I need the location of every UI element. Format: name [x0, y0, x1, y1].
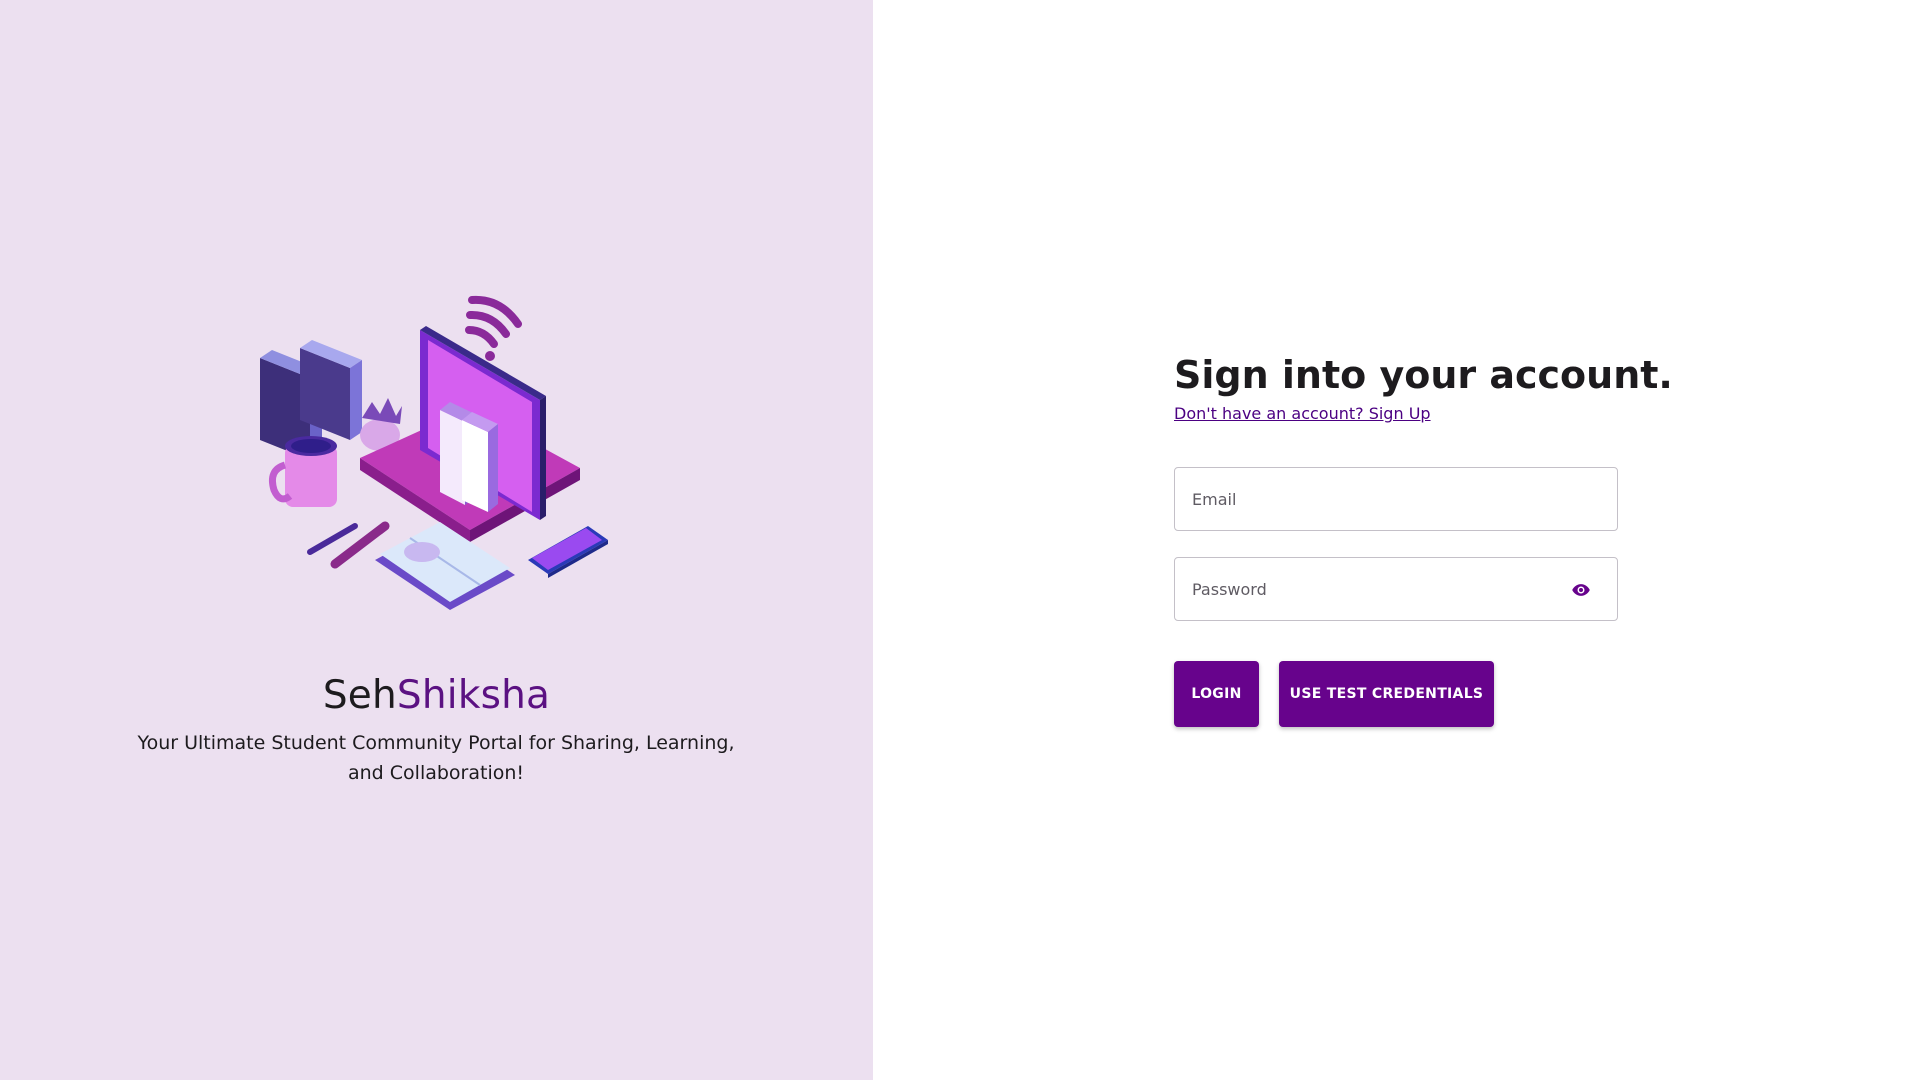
notebook-icon — [375, 522, 515, 610]
brand-name-part1: Seh — [322, 673, 397, 718]
login-button[interactable]: LOGIN — [1174, 661, 1259, 727]
password-field[interactable] — [1175, 558, 1617, 620]
brand-name-part2: Shiksha — [396, 673, 551, 718]
login-panel: Sign into your account. Don't have an ac… — [873, 0, 1920, 1080]
wifi-icon — [465, 295, 522, 361]
eye-icon[interactable] — [1571, 580, 1591, 600]
study-illustration — [260, 295, 608, 610]
login-page: SehShiksha Your Ultimate Student Communi… — [0, 0, 1920, 1080]
signup-link[interactable]: Don't have an account? Sign Up — [1174, 404, 1431, 423]
email-field[interactable] — [1175, 468, 1617, 530]
brand-name: SehShiksha — [0, 672, 873, 720]
form-actions: LOGIN USE TEST CREDENTIALS — [1174, 661, 1620, 727]
email-field-container — [1174, 467, 1618, 531]
phone-icon — [528, 526, 608, 578]
password-field-container — [1174, 557, 1618, 621]
pens-icon — [307, 521, 390, 569]
branding-panel: SehShiksha Your Ultimate Student Communi… — [0, 0, 873, 1080]
page-title: Sign into your account. — [1174, 353, 1673, 397]
use-test-credentials-button[interactable]: USE TEST CREDENTIALS — [1279, 661, 1494, 727]
login-form: Sign into your account. Don't have an ac… — [1174, 350, 1673, 727]
brand-tagline: Your Ultimate Student Community Portal f… — [137, 732, 735, 784]
